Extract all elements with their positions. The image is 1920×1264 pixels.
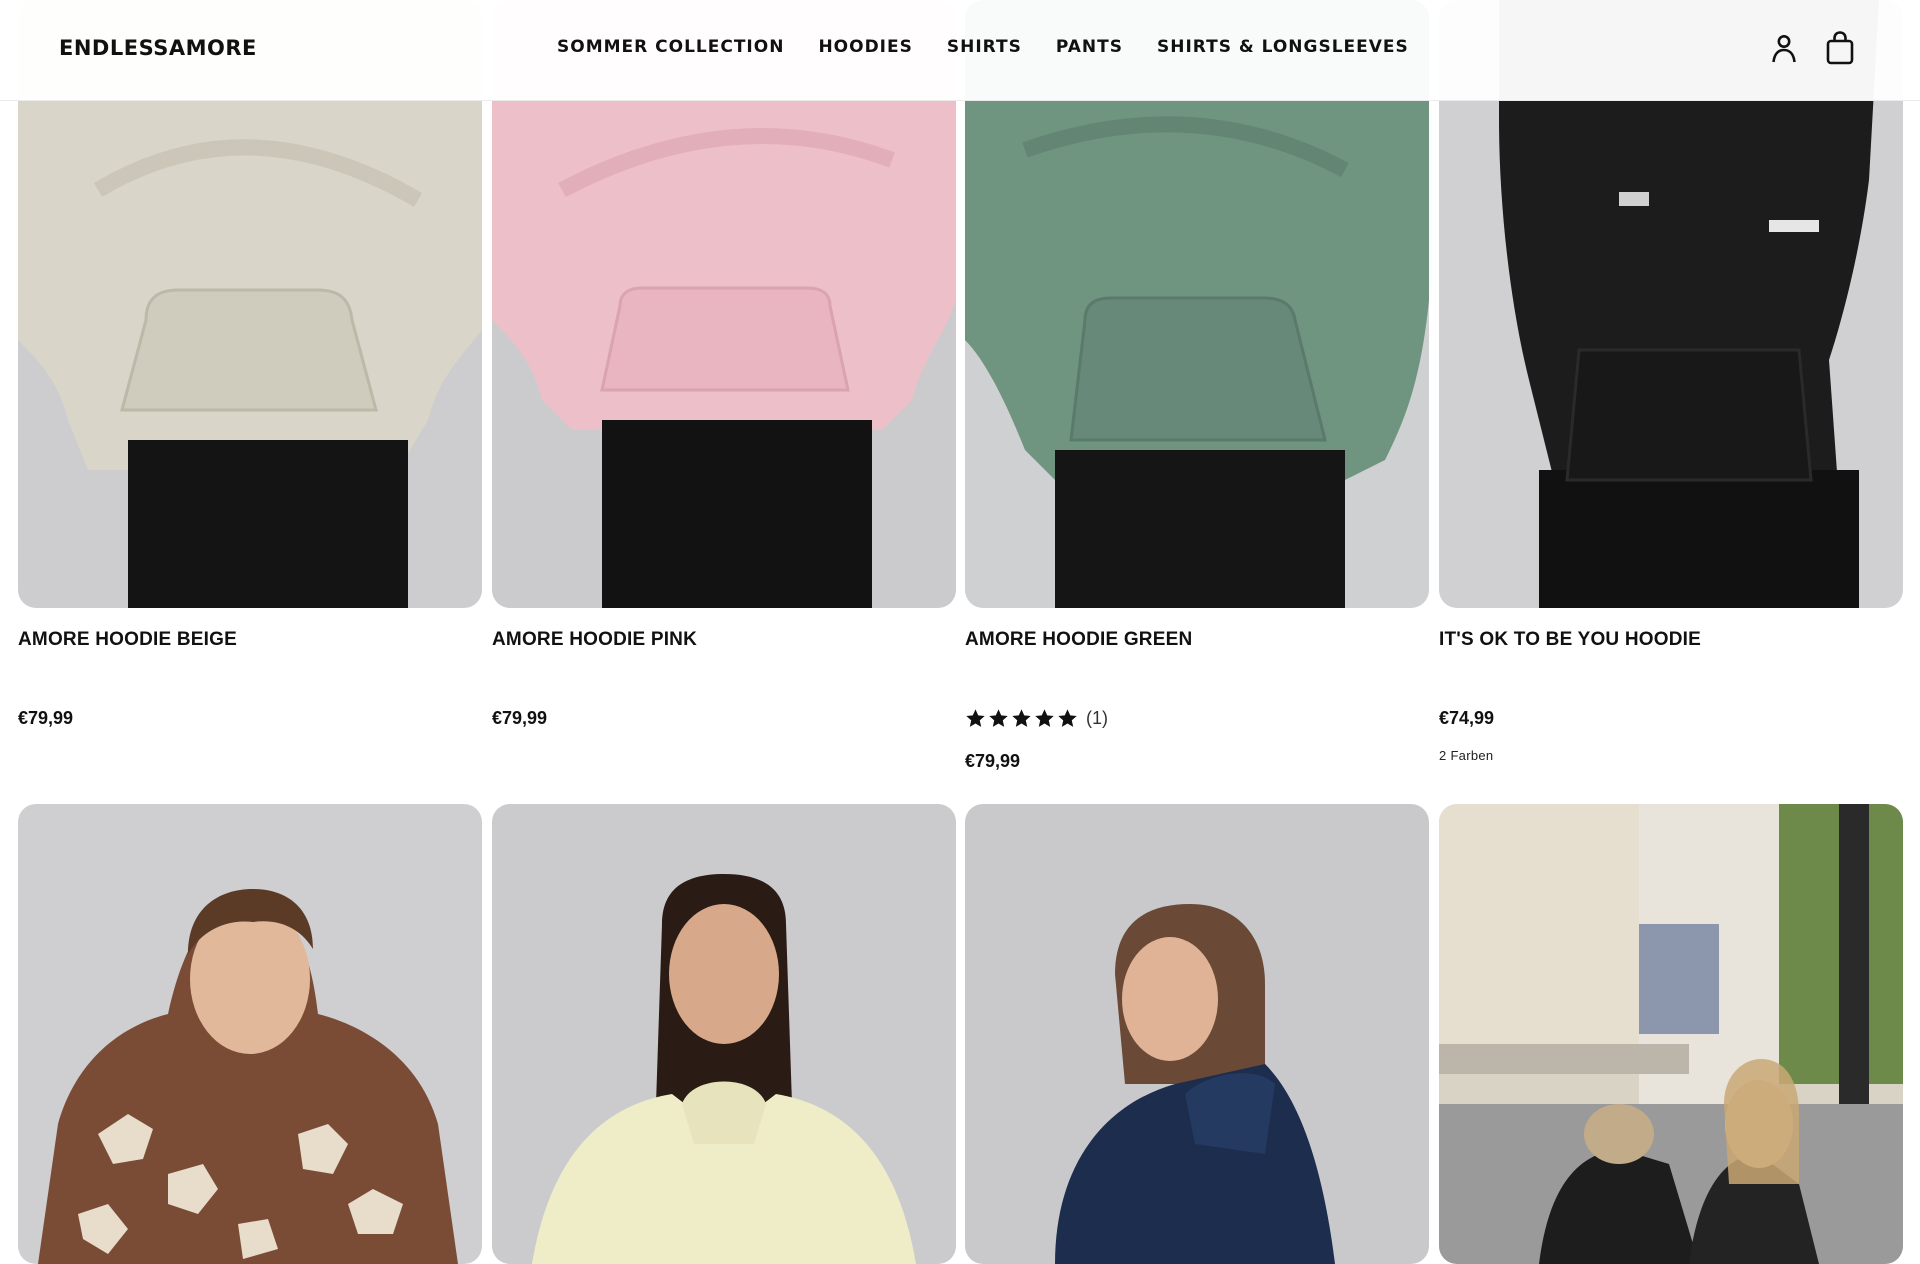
star-icon [989, 709, 1008, 727]
product-title[interactable]: AMORE HOODIE GREEN [965, 629, 1192, 651]
rating-count: (1) [1086, 708, 1108, 728]
rating-stars[interactable]: (1) [965, 708, 1108, 729]
star-icon [1012, 709, 1031, 727]
product-image[interactable] [965, 804, 1429, 1264]
site-logo[interactable]: ENDLESSAMORE [59, 36, 257, 60]
nav-sommer-collection[interactable]: SOMMER COLLECTION [557, 37, 784, 57]
product-image[interactable] [492, 804, 956, 1264]
product-image[interactable] [1439, 804, 1903, 1264]
main-nav: SOMMER COLLECTION HOODIES SHIRTS PANTS S… [557, 37, 1409, 57]
product-price: €79,99 [492, 708, 548, 728]
product-price: €74,99 [1439, 708, 1495, 728]
star-icon [1035, 709, 1054, 727]
nav-shirts[interactable]: SHIRTS [947, 37, 1022, 57]
nav-hoodies[interactable]: HOODIES [818, 37, 912, 57]
site-header: ENDLESSAMORE SOMMER COLLECTION HOODIES S… [0, 0, 1920, 101]
account-icon[interactable] [1768, 30, 1800, 66]
product-title[interactable]: AMORE HOODIE PINK [492, 629, 697, 651]
nav-shirts-longsleeves[interactable]: SHIRTS & LONGSLEEVES [1157, 37, 1409, 57]
star-icon [966, 709, 985, 727]
product-price: €79,99 [965, 751, 1021, 771]
cart-icon[interactable] [1824, 30, 1856, 66]
product-price: €79,99 [18, 708, 74, 728]
star-icon [1058, 709, 1077, 727]
color-count: 2 Farben [1439, 748, 1494, 763]
nav-pants[interactable]: PANTS [1056, 37, 1123, 57]
product-image[interactable] [18, 804, 482, 1264]
product-title[interactable]: AMORE HOODIE BEIGE [18, 629, 237, 651]
product-title[interactable]: IT'S OK TO BE YOU HOODIE [1439, 629, 1701, 651]
header-icons [1768, 30, 1856, 66]
